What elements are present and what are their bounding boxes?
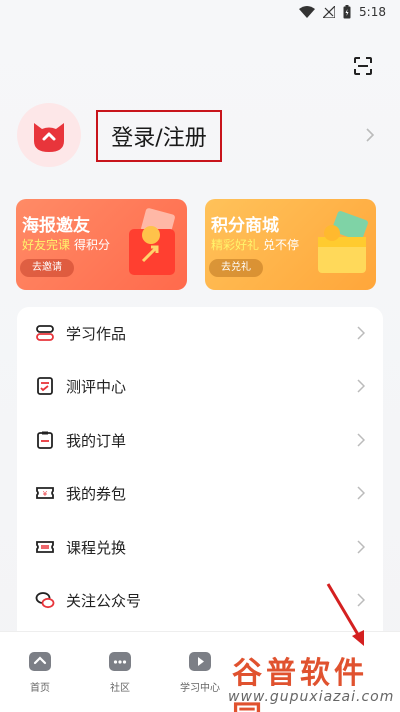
redeem-button[interactable]: 去兑礼 [209,259,263,277]
cat-logo-icon [34,123,64,152]
menu-item-orders[interactable]: 我的订单 [17,420,383,460]
tab-community[interactable]: 社区 [90,650,150,694]
menu-item-label: 我的券包 [66,484,127,503]
menu-item-label: 我的订单 [66,431,127,450]
play-icon [189,652,211,671]
promo-subtitle-text: 兑不停 [263,238,300,252]
home-icon [29,652,51,671]
status-bar: 5:18 [0,0,400,24]
promo-title: 海报邀友 [22,216,90,236]
community-icon [109,652,131,671]
tab-home[interactable]: 首页 [10,650,70,694]
chevron-right-icon [357,433,365,447]
chevron-right-icon [357,486,365,500]
gift-box-icon [318,211,368,273]
menu-item-label: 学习作品 [66,324,127,343]
promo-title: 积分商城 [211,216,279,236]
points-mall-banner[interactable]: 积分商城 精彩好礼 兑不停 去兑礼 [205,199,376,290]
menu-item-coupons[interactable]: ¥ 我的券包 [17,473,383,513]
wifi-icon [299,6,316,18]
red-envelope-icon [129,208,175,275]
tab-label: 社区 [110,683,130,694]
menu-item-label: 课程兑换 [66,538,127,557]
promo-highlight: 精彩好礼 [211,238,260,252]
scan-icon[interactable] [353,56,373,76]
annotation-arrow-icon [326,583,364,646]
promo-highlight: 好友完课 [22,238,71,252]
orders-icon [37,431,53,449]
menu-item-label: 测评中心 [66,377,127,396]
invite-friends-banner[interactable]: 海报邀友 好友完课 得积分 去邀请 [16,199,187,290]
menu-item-works[interactable]: 学习作品 [17,313,383,353]
status-time: 5:18 [359,5,386,19]
chevron-right-icon [357,379,365,393]
svg-text:¥: ¥ [43,490,48,498]
login-register-link[interactable]: 登录/注册 [96,110,222,162]
promo-subtitle: 精彩好礼 兑不停 [211,236,299,253]
watermark-url: www.gupuxiazai.com [228,689,395,705]
login-label: 登录/注册 [111,126,207,151]
coupon-icon: ¥ [36,487,54,499]
works-icon [36,325,54,341]
promo-subtitle-text: 得积分 [74,238,111,252]
avatar[interactable] [17,103,81,167]
chevron-right-icon[interactable] [365,127,375,143]
chevron-right-icon [357,540,365,554]
chevron-right-icon [357,326,365,340]
tab-label: 首页 [30,683,50,694]
signal-off-icon [323,6,336,18]
menu-item-assessment[interactable]: 测评中心 [17,366,383,406]
battery-icon [343,5,351,19]
invite-button[interactable]: 去邀请 [20,259,74,277]
wechat-icon [35,592,55,609]
menu-item-course-exchange[interactable]: 课程兑换 [17,527,383,567]
assessment-icon [37,377,53,395]
promo-subtitle: 好友完课 得积分 [22,236,110,253]
menu-item-label: 关注公众号 [66,591,142,610]
exchange-icon [36,541,54,553]
